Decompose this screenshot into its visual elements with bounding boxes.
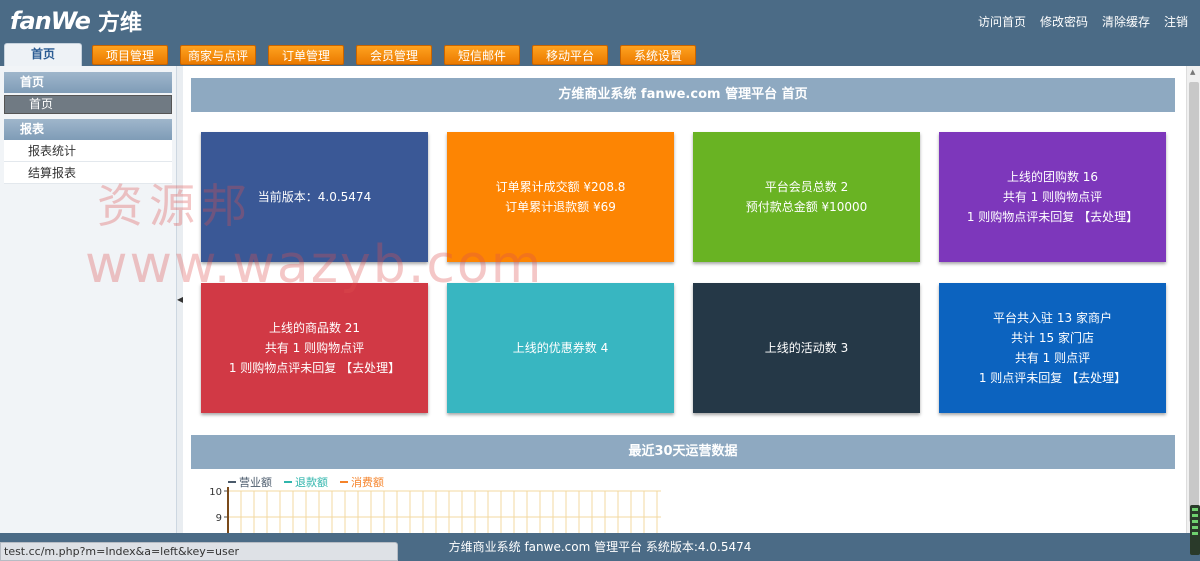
sidebar-group-reports[interactable]: 报表 <box>4 119 172 140</box>
tab-orders[interactable]: 订单管理 <box>268 45 344 65</box>
ops-chart: 营业额 退款额 消费额 10 9 <box>191 471 671 533</box>
main-scrollbar[interactable]: ▲ <box>1186 66 1200 533</box>
tab-home[interactable]: 首页 <box>4 43 82 66</box>
sidebar: 首页 首页 报表 报表统计 结算报表 <box>0 66 177 533</box>
card-line-action[interactable]: 1 则购物点评未回复 【去处理】 <box>967 207 1138 227</box>
card-line: 共有 1 则点评 <box>1014 351 1091 365</box>
tab-merchants-reviews[interactable]: 商家与点评 <box>180 45 256 65</box>
top-header: fanWe 方维 访问首页 修改密码 清除缓存 注销 首页 项目管理 商家与点评… <box>0 0 1200 66</box>
sidebar-group-home[interactable]: 首页 <box>4 72 172 93</box>
card-line: 共有 1 则购物点评 <box>1002 190 1103 204</box>
chart-plot: 10 9 <box>209 487 661 533</box>
change-password-link[interactable]: 修改密码 <box>1040 13 1088 30</box>
scroll-thumb[interactable] <box>1189 82 1199 522</box>
stat-card-products: 上线的商品数 21 共有 1 则购物点评 1 则购物点评未回复 【去处理】 <box>201 283 428 413</box>
visit-home-link[interactable]: 访问首页 <box>978 13 1026 30</box>
y-tick-label: 10 <box>209 487 222 498</box>
browser-status-url: test.cc/m.php?m=Index&a=left&key=user <box>0 542 398 561</box>
card-line-action[interactable]: 1 则点评未回复 【去处理】 <box>979 368 1126 388</box>
stat-card-merchants: 平台共入驻 13 家商户 共计 15 家门店 共有 1 则点评 1 则点评未回复… <box>939 283 1166 413</box>
clear-cache-link[interactable]: 清除缓存 <box>1102 13 1150 30</box>
scroll-up-icon[interactable]: ▲ <box>1190 68 1195 76</box>
logo-text-cn: 方维 <box>97 11 142 36</box>
stat-card-orders: 订单累计成交额 ¥208.8 订单累计退款额 ¥69 <box>447 132 674 262</box>
stat-card-members: 平台会员总数 2 预付款总金额 ¥10000 <box>693 132 920 262</box>
logo: fanWe 方维 <box>10 6 142 36</box>
logout-link[interactable]: 注销 <box>1164 13 1188 30</box>
card-line: 平台会员总数 2 <box>764 180 849 194</box>
tab-sms-email[interactable]: 短信邮件 <box>444 45 520 65</box>
card-line: 上线的团购数 16 <box>1006 170 1099 184</box>
card-line: 当前版本：4.0.5474 <box>257 190 372 204</box>
y-tick-label: 9 <box>216 513 222 524</box>
card-line: 预付款总金额 ¥10000 <box>745 200 868 214</box>
main-nav-tabs: 首页 项目管理 商家与点评 订单管理 会员管理 短信邮件 移动平台 系统设置 <box>4 43 708 66</box>
tab-mobile[interactable]: 移动平台 <box>532 45 608 65</box>
card-line: 上线的商品数 21 <box>268 321 361 335</box>
tab-projects[interactable]: 项目管理 <box>92 45 168 65</box>
card-line: 平台共入驻 13 家商户 <box>993 311 1112 325</box>
card-line: 共计 15 家门店 <box>1011 331 1094 345</box>
tray-gadget-icon <box>1190 505 1200 555</box>
top-links: 访问首页 修改密码 清除缓存 注销 <box>978 13 1188 30</box>
stat-card-group-buys: 上线的团购数 16 共有 1 则购物点评 1 则购物点评未回复 【去处理】 <box>939 132 1166 262</box>
sidebar-item-settlement-report[interactable]: 结算报表 <box>4 162 172 184</box>
logo-text-en: fanWe <box>10 7 91 35</box>
sidebar-item-report-stats[interactable]: 报表统计 <box>4 140 172 162</box>
card-line-action[interactable]: 1 则购物点评未回复 【去处理】 <box>229 358 400 378</box>
page-title: 方维商业系统 fanwe.com 管理平台 首页 <box>191 78 1175 112</box>
sidebar-item-home[interactable]: 首页 <box>4 95 172 114</box>
card-line: 订单累计退款额 ¥69 <box>505 200 616 214</box>
stat-card-coupons: 上线的优惠券数 4 <box>447 283 674 413</box>
stat-card-events: 上线的活动数 3 <box>693 283 920 413</box>
tab-settings[interactable]: 系统设置 <box>620 45 696 65</box>
card-line: 订单累计成交额 ¥208.8 <box>495 180 626 194</box>
card-line: 上线的活动数 3 <box>764 341 849 355</box>
main-content: 方维商业系统 fanwe.com 管理平台 首页 当前版本：4.0.5474 订… <box>183 66 1186 533</box>
ops-section-title: 最近30天运营数据 <box>191 435 1175 469</box>
card-line: 共有 1 则购物点评 <box>264 341 365 355</box>
stat-card-version: 当前版本：4.0.5474 <box>201 132 428 262</box>
tab-members[interactable]: 会员管理 <box>356 45 432 65</box>
card-line: 上线的优惠券数 4 <box>512 341 609 355</box>
sidebar-collapse-handle[interactable]: ◀ <box>177 295 183 305</box>
